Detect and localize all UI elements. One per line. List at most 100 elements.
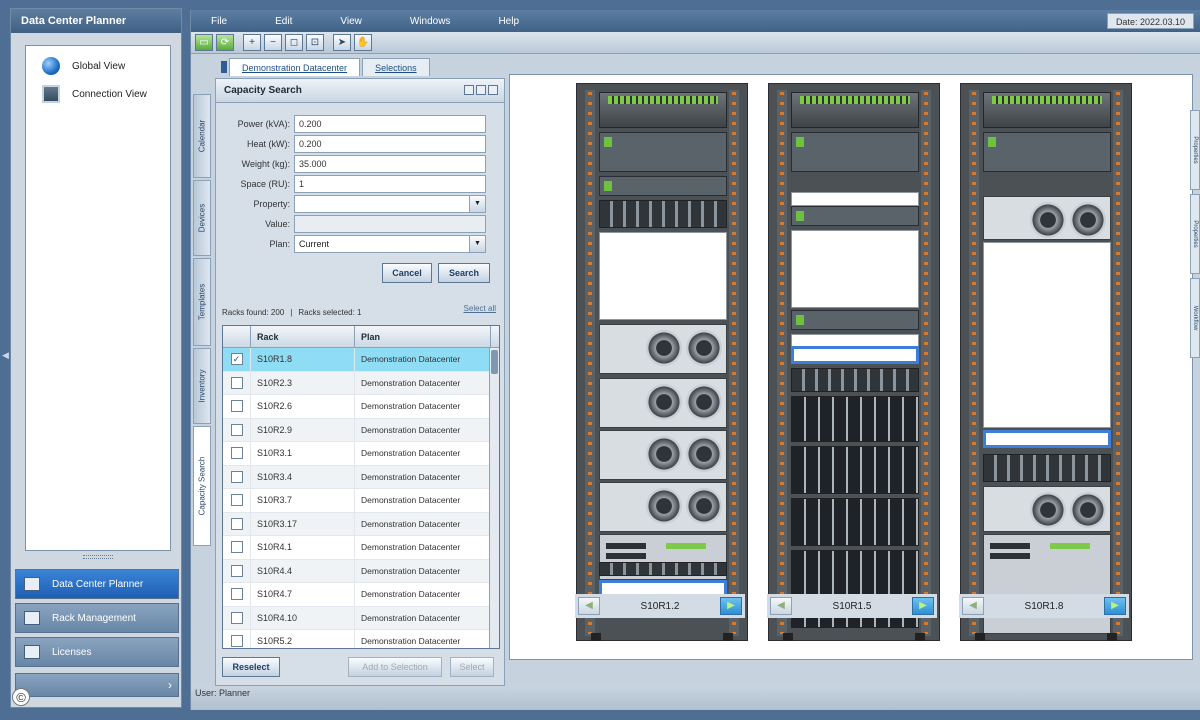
chevron-right-icon[interactable]: ›	[168, 678, 172, 692]
table-row[interactable]: S10R2.3 Demonstration Datacenter	[223, 371, 499, 395]
empty-slot[interactable]	[791, 230, 919, 308]
server-unit[interactable]	[599, 430, 727, 480]
chevron-down-icon[interactable]: ▼	[469, 196, 485, 212]
row-checkbox[interactable]	[230, 517, 243, 530]
previous-rack-icon[interactable]: ◀	[578, 597, 600, 615]
row-checkbox[interactable]	[230, 635, 243, 648]
previous-rack-icon[interactable]: ◀	[962, 597, 984, 615]
blade-server[interactable]	[791, 396, 919, 442]
open-folder-button[interactable]: ▭	[195, 34, 213, 51]
weight-input[interactable]: 35.000	[294, 155, 486, 173]
row-checkbox[interactable]: ✓	[230, 353, 243, 366]
empty-slot[interactable]	[791, 192, 919, 206]
server-unit[interactable]	[983, 486, 1111, 532]
rack-canvas[interactable]	[509, 74, 1193, 660]
next-rack-icon[interactable]: ▶	[912, 597, 934, 615]
plan-select[interactable]: Current ▼	[294, 235, 486, 253]
menu-edit[interactable]: Edit	[275, 16, 292, 27]
zoom-select-button[interactable]: ⊡	[306, 34, 324, 51]
row-checkbox[interactable]	[230, 470, 243, 483]
next-rack-icon[interactable]: ▶	[720, 597, 742, 615]
menu-view[interactable]: View	[340, 16, 362, 27]
tab-demonstration-datacenter[interactable]: Demonstration Datacenter	[229, 58, 361, 76]
menu-windows[interactable]: Windows	[410, 16, 451, 27]
nav-rack-management[interactable]: Rack Management	[15, 603, 179, 633]
patch-panel[interactable]	[599, 132, 727, 172]
heat-input[interactable]: 0.200	[294, 135, 486, 153]
blade-server[interactable]	[791, 498, 919, 546]
side-tab-devices[interactable]: Devices	[193, 180, 211, 256]
table-row[interactable]: S10R5.2 Demonstration Datacenter	[223, 630, 499, 648]
available-slot[interactable]	[983, 430, 1111, 448]
server-chassis[interactable]	[983, 534, 1111, 634]
network-switch[interactable]	[983, 92, 1111, 128]
empty-slot[interactable]	[983, 242, 1111, 428]
minimize-icon[interactable]	[464, 85, 474, 95]
maximize-icon[interactable]	[476, 85, 486, 95]
nav-overflow-bar[interactable]: ›	[15, 673, 179, 697]
row-checkbox[interactable]	[230, 564, 243, 577]
chevron-down-icon[interactable]: ▼	[469, 236, 485, 252]
cancel-button[interactable]: Cancel	[382, 263, 432, 283]
row-checkbox[interactable]	[230, 494, 243, 507]
row-checkbox[interactable]	[230, 376, 243, 389]
side-tab-templates[interactable]: Templates	[193, 258, 211, 346]
pointer-tool-button[interactable]: ➤	[333, 34, 351, 51]
table-row[interactable]: S10R3.4 Demonstration Datacenter	[223, 465, 499, 489]
blade-server[interactable]	[791, 446, 919, 494]
tree-item-global-view[interactable]: Global View	[26, 52, 170, 80]
side-tab-capacity-search[interactable]: Capacity Search	[193, 426, 211, 546]
power-input[interactable]: 0.200	[294, 115, 486, 133]
pan-tool-button[interactable]: ✋	[354, 34, 372, 51]
table-row[interactable]: S10R4.10 Demonstration Datacenter	[223, 606, 499, 630]
menu-file[interactable]: File	[211, 16, 227, 27]
space-input[interactable]: 1	[294, 175, 486, 193]
table-row[interactable]: S10R2.6 Demonstration Datacenter	[223, 395, 499, 419]
storage-unit[interactable]	[599, 562, 727, 576]
column-rack[interactable]: Rack	[251, 326, 355, 347]
right-tab-workflow[interactable]: Workflow	[1190, 278, 1200, 358]
reselect-button[interactable]: Reselect	[222, 657, 280, 677]
nav-data-center-planner[interactable]: Data Center Planner	[15, 569, 179, 599]
patch-panel[interactable]	[983, 132, 1111, 172]
table-row[interactable]: S10R4.4 Demonstration Datacenter	[223, 559, 499, 583]
table-row[interactable]: S10R4.1 Demonstration Datacenter	[223, 536, 499, 560]
patch-panel[interactable]	[791, 310, 919, 330]
select-button[interactable]: Select	[450, 657, 494, 677]
side-tab-inventory[interactable]: Inventory	[193, 348, 211, 424]
blade-server[interactable]	[791, 550, 919, 596]
available-slot[interactable]	[791, 346, 919, 364]
close-icon[interactable]	[488, 85, 498, 95]
zoom-out-button[interactable]: −	[264, 34, 282, 51]
rack-elevation[interactable]	[768, 83, 940, 641]
tree-item-connection-view[interactable]: Connection View	[26, 80, 170, 108]
right-tab-properties-2[interactable]: Properties	[1190, 194, 1200, 274]
server-unit[interactable]	[599, 324, 727, 374]
previous-rack-icon[interactable]: ◀	[770, 597, 792, 615]
zoom-in-button[interactable]: +	[243, 34, 261, 51]
next-rack-icon[interactable]: ▶	[1104, 597, 1126, 615]
patch-panel[interactable]	[791, 132, 919, 172]
search-button[interactable]: Search	[438, 263, 490, 283]
side-tab-calendar[interactable]: Calendar	[193, 94, 211, 178]
storage-unit[interactable]	[599, 200, 727, 228]
row-checkbox[interactable]	[230, 541, 243, 554]
server-unit[interactable]	[983, 196, 1111, 240]
zoom-fit-button[interactable]: ◻	[285, 34, 303, 51]
scrollbar-thumb[interactable]	[491, 350, 498, 374]
select-all-link[interactable]: Select all	[464, 304, 496, 313]
patch-panel[interactable]	[599, 176, 727, 196]
rack-elevation[interactable]	[960, 83, 1132, 641]
column-plan[interactable]: Plan	[355, 326, 491, 347]
add-to-selection-button[interactable]: Add to Selection	[348, 657, 442, 677]
row-checkbox[interactable]	[230, 423, 243, 436]
network-switch[interactable]	[599, 92, 727, 128]
row-checkbox[interactable]	[230, 400, 243, 413]
panel-splitter[interactable]	[83, 555, 113, 559]
nav-licenses[interactable]: Licenses	[15, 637, 179, 667]
table-row[interactable]: S10R3.1 Demonstration Datacenter	[223, 442, 499, 466]
row-checkbox[interactable]	[230, 588, 243, 601]
table-scrollbar[interactable]	[489, 348, 499, 648]
table-row[interactable]: S10R3.17 Demonstration Datacenter	[223, 512, 499, 536]
value-input[interactable]	[294, 215, 486, 233]
